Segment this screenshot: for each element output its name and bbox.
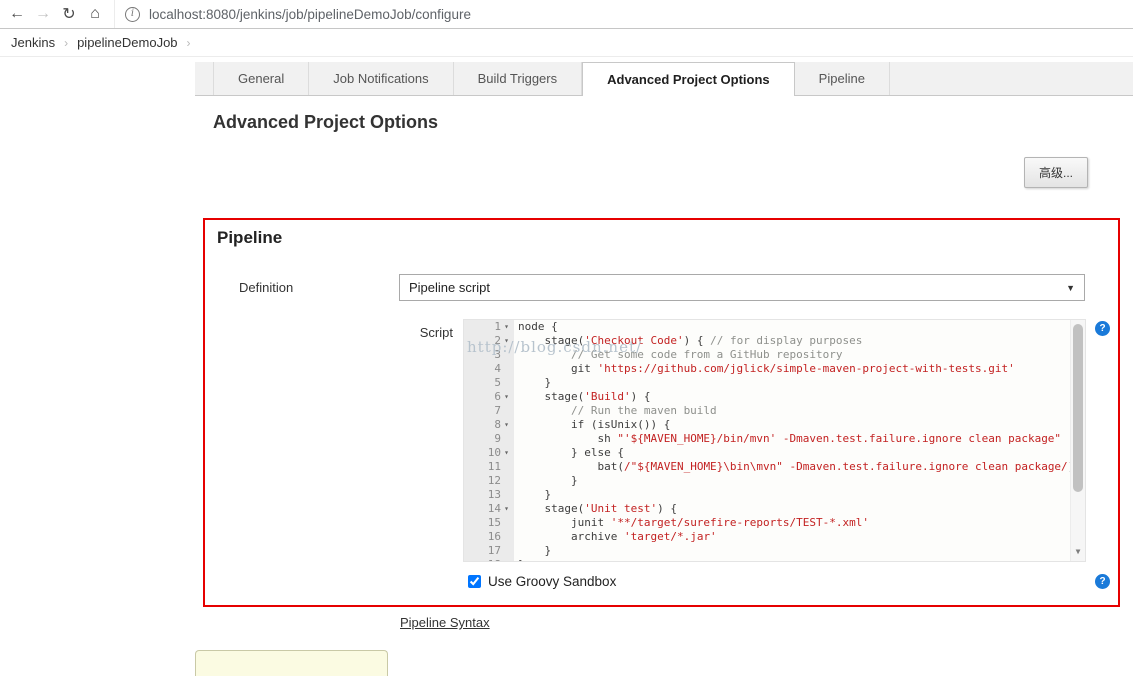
code-line[interactable]: node { [518, 320, 1070, 334]
code-line[interactable]: bat(/"${MAVEN_HOME}\bin\mvn" -Dmaven.tes… [518, 460, 1070, 474]
gutter-line-number: 5 [494, 376, 501, 389]
gutter-line-number: 12 [487, 474, 501, 487]
code-line[interactable]: stage('Checkout Code') { // for display … [518, 334, 1070, 348]
breadcrumb-separator-icon: › [186, 35, 191, 50]
gutter-line-number: 7 [494, 404, 501, 417]
script-editor[interactable]: 1▾2▾3456▾78▾910▾11121314▾15161718 node {… [463, 319, 1086, 562]
gutter-line-number: 9 [494, 432, 501, 445]
page-title: Advanced Project Options [213, 112, 439, 132]
page-info-icon[interactable]: i [125, 6, 140, 22]
definition-row: Definition Pipeline script ▼ [239, 274, 1085, 301]
definition-label: Definition [239, 280, 294, 295]
fold-arrow-icon[interactable]: ▾ [501, 320, 512, 334]
code-line[interactable]: // Run the maven build [518, 404, 1070, 418]
breadcrumb-item[interactable]: Jenkins [11, 35, 55, 50]
select-caret-down-icon: ▼ [1066, 282, 1075, 293]
script-help-icon[interactable]: ? [1095, 321, 1110, 336]
editor-code[interactable]: node { stage('Checkout Code') { // for d… [514, 320, 1070, 561]
home-icon[interactable]: ⌂ [82, 5, 108, 23]
tab-advanced-project-options[interactable]: Advanced Project Options [582, 62, 795, 96]
code-line[interactable]: archive 'target/*.jar' [518, 530, 1070, 544]
browser-toolbar: ← → ↻ ⌂ i localhost:8080/jenkins/job/pip… [0, 0, 1133, 29]
breadcrumb: Jenkins › pipelineDemoJob › [0, 29, 1133, 57]
tab-pipeline[interactable]: Pipeline [794, 62, 890, 95]
code-line[interactable]: stage('Build') { [518, 390, 1070, 404]
advanced-button-row: 高级... [203, 157, 1088, 188]
gutter-line-number: 3 [494, 348, 501, 361]
bottom-button-panel: 保存 Apply [195, 650, 388, 676]
code-line[interactable]: } else { [518, 446, 1070, 460]
gutter-line-number: 2 ▾ [464, 334, 514, 348]
tab-general[interactable]: General [213, 62, 310, 95]
gutter-line-number: 4 [494, 362, 501, 375]
code-line[interactable]: } [518, 488, 1070, 502]
script-label: Script [419, 325, 453, 340]
url-text: localhost:8080/jenkins/job/pipelineDemoJ… [149, 6, 471, 22]
advanced-button[interactable]: 高级... [1023, 157, 1088, 188]
breadcrumb-separator-icon: › [64, 35, 69, 50]
scrollbar-down-icon[interactable]: ▼ [1071, 545, 1085, 559]
code-line[interactable]: stage('Unit test') { [518, 502, 1070, 516]
gutter-line-number: 11 [487, 460, 501, 473]
gutter-line-number: 10 ▾ [464, 446, 514, 460]
code-line[interactable]: git 'https://github.com/jglick/simple-ma… [518, 362, 1070, 376]
gutter-line-number: 6 ▾ [464, 390, 514, 404]
fold-arrow-icon[interactable]: ▾ [501, 502, 512, 516]
fold-arrow-icon[interactable]: ▾ [501, 390, 512, 404]
back-icon[interactable]: ← [4, 5, 30, 23]
code-line[interactable]: } [518, 376, 1070, 390]
definition-select-value: Pipeline script [409, 280, 490, 295]
tab-job-notifications[interactable]: Job Notifications [309, 62, 454, 95]
groovy-sandbox-checkbox[interactable] [468, 575, 481, 588]
pipeline-section-title: Pipeline [217, 228, 283, 247]
tab-build-triggers[interactable]: Build Triggers [453, 62, 583, 95]
definition-select[interactable]: Pipeline script ▼ [399, 274, 1085, 301]
code-line[interactable]: } [518, 474, 1070, 488]
gutter-line-number: 15 [487, 516, 501, 529]
gutter-line-number: 18 [464, 558, 514, 561]
gutter-line-number: 8 ▾ [464, 418, 514, 432]
sandbox-help-icon[interactable]: ? [1095, 574, 1110, 589]
code-line[interactable]: } [518, 558, 1070, 561]
gutter-line-number: 17 [487, 544, 501, 557]
refresh-icon[interactable]: ↻ [56, 4, 82, 24]
code-line[interactable]: junit '**/target/surefire-reports/TEST-*… [518, 516, 1070, 530]
groovy-sandbox-label: Use Groovy Sandbox [488, 574, 617, 589]
code-line[interactable]: if (isUnix()) { [518, 418, 1070, 432]
gutter-line-number: 13 [487, 488, 501, 501]
script-row: Script 1▾2▾3456▾78▾910▾11121314▾15161718… [239, 319, 1110, 562]
code-line[interactable]: } [518, 544, 1070, 558]
tab-strip-row: General Job Notifications Build Triggers Ad… [0, 62, 1133, 96]
code-line[interactable]: // Get some code from a GitHub repositor… [518, 348, 1070, 362]
fold-arrow-icon[interactable]: ▾ [501, 446, 512, 460]
breadcrumb-item[interactable]: pipelineDemoJob [77, 35, 177, 50]
fold-arrow-icon[interactable]: ▾ [501, 418, 512, 432]
gutter-line-number: 14 ▾ [464, 502, 514, 516]
pipeline-section: Pipeline Definition Pipeline script ▼ Sc… [203, 218, 1120, 607]
gutter-line-number: 1 ▾ [464, 320, 514, 334]
address-bar[interactable]: i localhost:8080/jenkins/job/pipelineDem… [114, 0, 1133, 28]
main-content: Advanced Project Options 高级... Pipeline … [195, 96, 1133, 676]
sandbox-row: Use Groovy Sandbox ? [468, 574, 1110, 589]
editor-scrollbar[interactable]: ▼ [1070, 320, 1085, 561]
fold-arrow-icon[interactable]: ▾ [501, 334, 512, 348]
editor-gutter: 1▾2▾3456▾78▾910▾11121314▾15161718 [464, 320, 514, 561]
gutter-line-number: 16 [487, 530, 501, 543]
forward-icon[interactable]: → [30, 5, 56, 23]
tab-bar: General Job Notifications Build Triggers Ad… [195, 62, 1133, 96]
pipeline-syntax-link[interactable]: Pipeline Syntax [400, 615, 490, 630]
code-line[interactable]: sh "'${MAVEN_HOME}/bin/mvn' -Dmaven.test… [518, 432, 1070, 446]
script-editor-wrap: 1▾2▾3456▾78▾910▾11121314▾15161718 node {… [463, 319, 1086, 562]
scrollbar-thumb[interactable] [1073, 324, 1083, 492]
